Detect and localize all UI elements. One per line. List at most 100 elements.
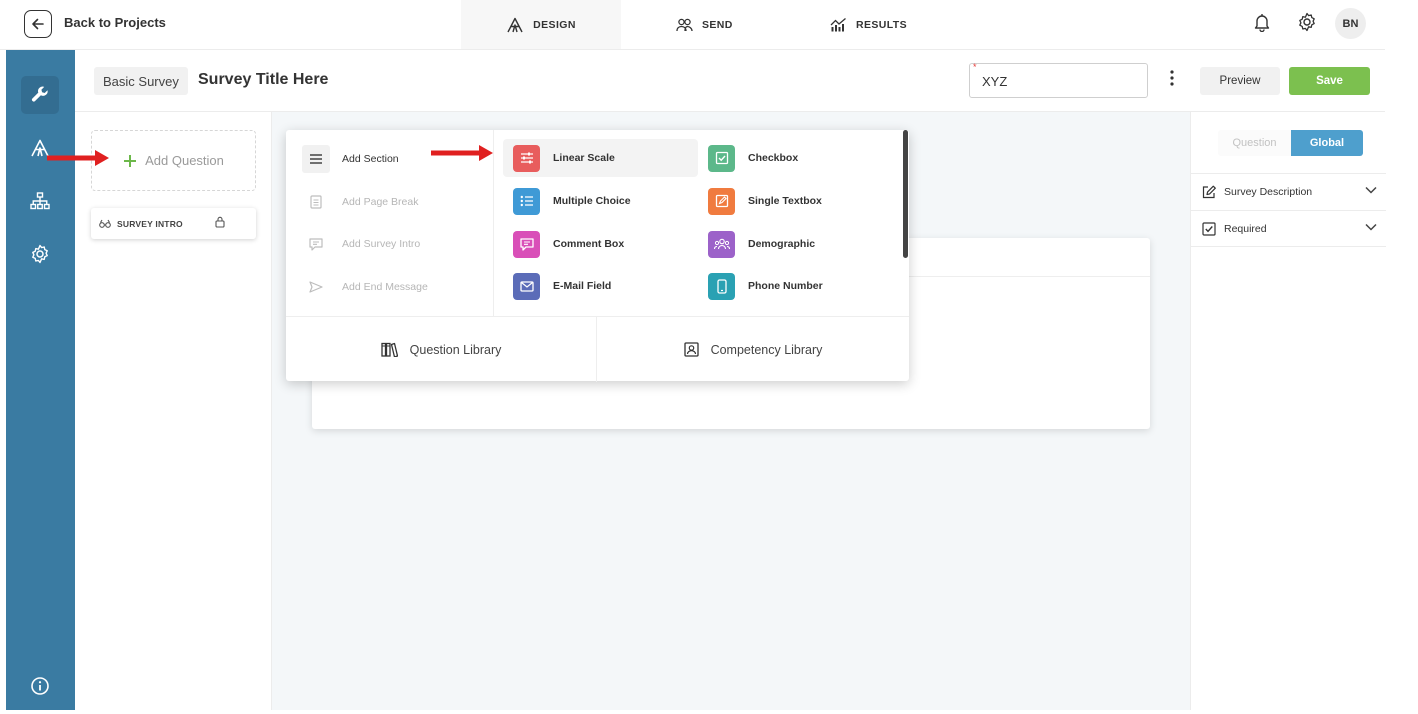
question-type-linear-scale[interactable]: Linear Scale bbox=[503, 139, 698, 177]
survey-header: Basic Survey Survey Title Here * XYZ Pre… bbox=[75, 50, 1385, 112]
rail-settings-button[interactable] bbox=[21, 235, 59, 273]
save-button[interactable]: Save bbox=[1289, 67, 1370, 95]
add-section-option[interactable]: Add Section bbox=[302, 144, 399, 174]
survey-intro-item[interactable]: SURVEY INTRO bbox=[91, 208, 256, 239]
info-icon bbox=[31, 677, 49, 695]
required-label: Required bbox=[1224, 222, 1267, 235]
design-icon bbox=[507, 17, 523, 32]
people-group-icon bbox=[708, 230, 735, 258]
page-break-icon bbox=[302, 188, 330, 216]
library-options: Question Library Competency Library bbox=[286, 316, 909, 382]
checkbox-icon bbox=[1202, 221, 1216, 236]
plus-icon bbox=[124, 154, 137, 167]
question-type-phone-number[interactable]: Phone Number bbox=[698, 267, 888, 305]
multiple-choice-label: Multiple Choice bbox=[553, 195, 631, 207]
results-chart-icon bbox=[830, 18, 846, 32]
competency-library-button[interactable]: Competency Library bbox=[597, 317, 909, 382]
hamburger-icon bbox=[302, 145, 330, 173]
question-type-demographic[interactable]: Demographic bbox=[698, 225, 888, 263]
tab-design-label: DESIGN bbox=[533, 18, 576, 31]
rail-hierarchy-button[interactable] bbox=[21, 182, 59, 220]
add-page-break-option[interactable]: Add Page Break bbox=[302, 187, 418, 217]
chevron-down-icon bbox=[1365, 223, 1377, 231]
email-field-label: E-Mail Field bbox=[553, 280, 612, 292]
survey-intro-icon bbox=[99, 219, 111, 228]
survey-title[interactable]: Survey Title Here bbox=[198, 71, 328, 89]
left-rail bbox=[6, 50, 75, 710]
tab-results[interactable]: RESULTS bbox=[830, 0, 907, 49]
add-question-label: Add Question bbox=[145, 153, 224, 168]
tab-send-label: SEND bbox=[702, 18, 733, 31]
back-button[interactable] bbox=[24, 10, 52, 38]
add-page-break-label: Add Page Break bbox=[342, 196, 419, 208]
send-icon bbox=[302, 273, 330, 301]
accordion-required[interactable]: Required bbox=[1191, 210, 1386, 247]
back-to-projects-link[interactable]: Back to Projects bbox=[64, 15, 166, 30]
annotation-arrow-add-question bbox=[47, 150, 109, 166]
competency-library-label: Competency Library bbox=[710, 342, 823, 357]
question-type-multiple-choice[interactable]: Multiple Choice bbox=[503, 182, 698, 220]
demographic-label: Demographic bbox=[748, 238, 816, 250]
tab-design[interactable]: DESIGN bbox=[461, 0, 621, 49]
checkbox-label: Checkbox bbox=[748, 152, 799, 164]
portrait-icon bbox=[683, 342, 699, 357]
phone-number-label: Phone Number bbox=[748, 280, 823, 292]
people-icon bbox=[676, 18, 693, 31]
more-options-button[interactable] bbox=[1170, 70, 1174, 86]
survey-description-label: Survey Description bbox=[1224, 186, 1313, 198]
add-section-label: Add Section bbox=[342, 153, 399, 165]
bell-icon bbox=[1254, 14, 1270, 32]
edit-icon bbox=[708, 187, 735, 215]
survey-type-badge[interactable]: Basic Survey bbox=[94, 67, 188, 95]
edit-icon bbox=[1202, 185, 1216, 199]
add-end-message-option[interactable]: Add End Message bbox=[302, 272, 428, 302]
annotation-arrow-linear-scale bbox=[431, 145, 493, 161]
books-icon bbox=[380, 342, 398, 357]
sliders-icon bbox=[513, 144, 540, 172]
arrow-left-icon bbox=[32, 18, 44, 30]
gear-icon bbox=[1299, 12, 1315, 32]
gear-icon bbox=[32, 244, 48, 264]
notification-bell-button[interactable] bbox=[1253, 12, 1271, 32]
properties-panel: Question Global Survey Description Requi… bbox=[1190, 112, 1386, 710]
phone-icon bbox=[708, 272, 735, 300]
rail-info-button[interactable] bbox=[21, 667, 59, 705]
tab-send[interactable]: SEND bbox=[676, 0, 733, 49]
question-list-panel: Add Question SURVEY INTRO bbox=[75, 112, 272, 710]
wrench-icon bbox=[31, 86, 48, 102]
rail-tools-button[interactable] bbox=[21, 76, 59, 114]
top-bar: Back to Projects DESIGN SEND RESULTS BN bbox=[0, 0, 1385, 50]
intro-message-icon bbox=[302, 230, 330, 258]
survey-name-value: XYZ bbox=[982, 74, 1008, 89]
comment-box-label: Comment Box bbox=[553, 238, 625, 250]
list-icon bbox=[513, 187, 540, 215]
preview-button[interactable]: Preview bbox=[1200, 67, 1280, 95]
required-mark: * bbox=[973, 62, 977, 72]
accordion-survey-description[interactable]: Survey Description bbox=[1191, 173, 1386, 210]
add-end-message-label: Add End Message bbox=[342, 281, 428, 293]
question-type-email-field[interactable]: E-Mail Field bbox=[503, 267, 698, 305]
tab-results-label: RESULTS bbox=[856, 18, 908, 31]
linear-scale-label: Linear Scale bbox=[553, 152, 615, 164]
user-avatar[interactable]: BN bbox=[1335, 8, 1366, 39]
add-question-button[interactable]: Add Question bbox=[91, 130, 256, 191]
add-question-menu: Add Section Add Page Break Add Survey In… bbox=[286, 130, 909, 382]
question-library-button[interactable]: Question Library bbox=[286, 317, 597, 382]
segment-question[interactable]: Question bbox=[1218, 130, 1291, 156]
lock-icon bbox=[215, 216, 225, 228]
survey-intro-label: SURVEY INTRO bbox=[117, 218, 183, 229]
add-survey-intro-label: Add Survey Intro bbox=[342, 238, 421, 250]
question-type-comment-box[interactable]: Comment Box bbox=[503, 225, 698, 263]
comment-icon bbox=[513, 230, 540, 258]
menu-scrollbar[interactable] bbox=[903, 130, 908, 258]
question-type-checkbox[interactable]: Checkbox bbox=[698, 139, 888, 177]
survey-name-field[interactable]: * XYZ bbox=[969, 62, 1148, 98]
add-survey-intro-option[interactable]: Add Survey Intro bbox=[302, 229, 420, 259]
segment-global[interactable]: Global bbox=[1291, 130, 1363, 156]
mail-icon bbox=[513, 272, 540, 300]
kebab-menu-icon bbox=[1170, 70, 1174, 86]
settings-button[interactable] bbox=[1297, 12, 1317, 32]
question-type-single-textbox[interactable]: Single Textbox bbox=[698, 182, 888, 220]
question-library-label: Question Library bbox=[409, 342, 502, 357]
checkbox-icon bbox=[708, 144, 735, 172]
